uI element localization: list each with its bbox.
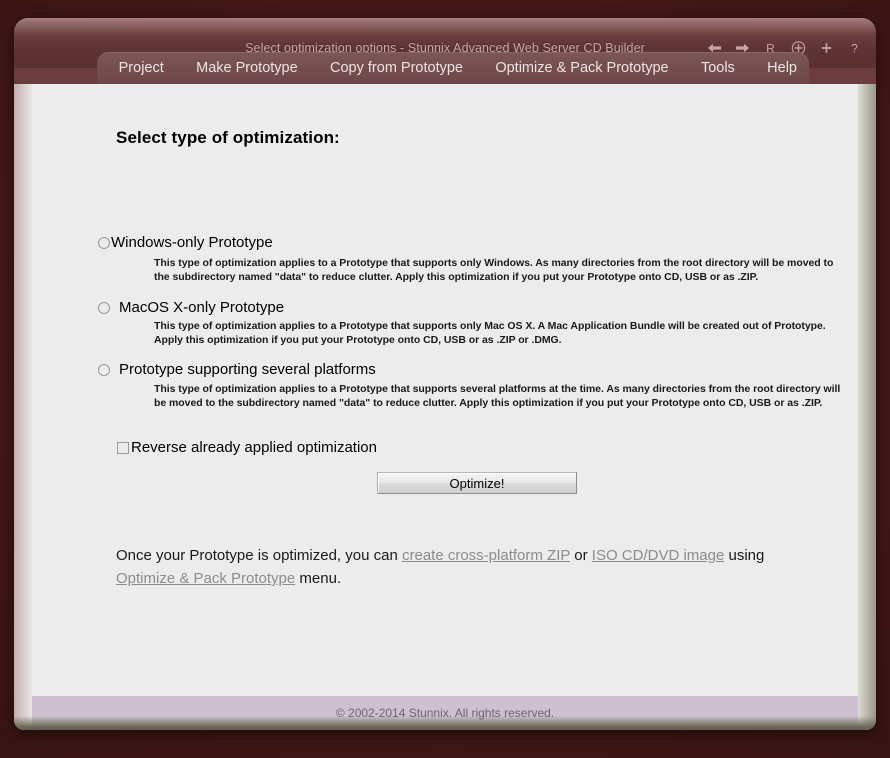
footnote-part-4: menu.	[295, 570, 341, 587]
content-inner: Select type of optimization: Windows-onl…	[32, 84, 858, 730]
menu-item-make-prototype[interactable]: Make Prototype	[184, 57, 310, 79]
footnote-part-2: or	[570, 547, 592, 564]
radio-description-windows-only: This type of optimization applies to a P…	[154, 257, 838, 284]
radio-option-macos-only[interactable]: MacOS X-only Prototype	[98, 299, 284, 316]
page-title: Select type of optimization:	[116, 128, 340, 148]
optimize-button[interactable]: Optimize!	[377, 472, 577, 494]
radio-label-macos-only: MacOS X-only Prototype	[119, 299, 284, 316]
menu-item-optimize-and-pack-prototype[interactable]: Optimize & Pack Prototype	[483, 57, 680, 79]
help-question-icon[interactable]: ?	[847, 41, 862, 56]
link-iso-cd-dvd-image[interactable]: ISO CD/DVD image	[592, 547, 725, 564]
radio-description-macos-only: This type of optimization applies to a P…	[154, 320, 838, 347]
checkbox-label-reverse-optimization: Reverse already applied optimization	[131, 439, 377, 456]
footnote-part-1: Once your Prototype is optimized, you ca…	[116, 547, 402, 564]
menu-bar: Project Make Prototype Copy from Prototy…	[97, 52, 809, 84]
radio-label-windows-only: Windows-only Prototype	[111, 234, 273, 251]
menu-item-help[interactable]: Help	[755, 57, 809, 79]
radio-button-several-platforms[interactable]	[98, 364, 110, 376]
radio-description-several-platforms: This type of optimization applies to a P…	[154, 383, 854, 410]
radio-option-windows-only[interactable]: Windows-only Prototype	[98, 234, 273, 251]
footnote-part-3: using	[724, 547, 764, 564]
radio-option-several-platforms[interactable]: Prototype supporting several platforms	[98, 361, 376, 378]
desktop-background: Select optimization options - Stunnix Ad…	[0, 0, 890, 758]
link-optimize-and-pack-prototype[interactable]: Optimize & Pack Prototype	[116, 570, 295, 587]
application-window: Select optimization options - Stunnix Ad…	[14, 18, 876, 730]
footnote-text: Once your Prototype is optimized, you ca…	[116, 544, 816, 590]
radio-label-several-platforms: Prototype supporting several platforms	[119, 361, 376, 378]
radio-button-macos-only[interactable]	[98, 302, 110, 314]
plus-icon[interactable]	[819, 41, 834, 56]
menu-item-tools[interactable]: Tools	[689, 57, 747, 79]
menu-item-copy-from-prototype[interactable]: Copy from Prototype	[318, 57, 475, 79]
link-create-cross-platform-zip[interactable]: create cross-platform ZIP	[402, 547, 570, 564]
content-area: Select type of optimization: Windows-onl…	[14, 84, 876, 730]
options-page: Select type of optimization: Windows-onl…	[32, 84, 858, 696]
content-bottom-shadow	[14, 716, 876, 730]
menu-item-project[interactable]: Project	[107, 57, 176, 79]
reverse-optimization-option[interactable]: Reverse already applied optimization	[117, 439, 377, 456]
checkbox-reverse-optimization[interactable]	[117, 442, 129, 454]
radio-button-windows-only[interactable]	[98, 237, 110, 249]
